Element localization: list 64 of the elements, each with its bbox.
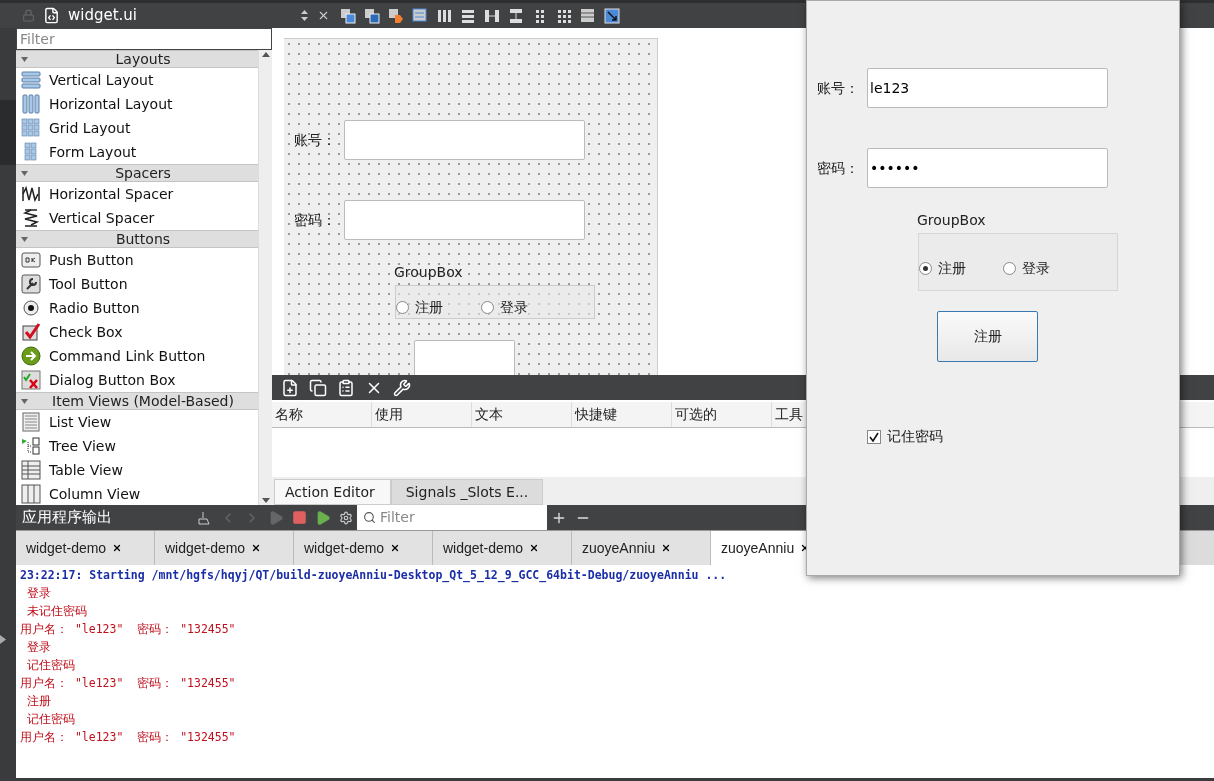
field-label: 账号： <box>294 130 337 150</box>
section-title: Spacers <box>114 163 172 183</box>
radio-label: 注册 <box>415 298 443 317</box>
tab[interactable]: widget-demo <box>433 531 572 565</box>
widget-item[interactable]: Command Link Button <box>16 344 258 368</box>
widget-item[interactable]: Check Box <box>16 320 258 344</box>
radio-label: 登录 <box>1022 258 1050 278</box>
section-title: Layouts <box>114 50 172 69</box>
log-line: 登录 <box>25 585 51 602</box>
log-line: 登录 <box>25 639 51 656</box>
column-header[interactable]: 文本 <box>472 402 572 427</box>
section-header[interactable]: Item Views (Model-Based) <box>16 392 258 410</box>
section-title: Item Views (Model-Based) <box>51 391 235 411</box>
widget-item[interactable]: Form Layout <box>16 140 258 164</box>
input-field[interactable]: •••••• <box>867 148 1108 188</box>
tab[interactable]: widget-demo <box>294 531 433 565</box>
widget-item[interactable]: Table View <box>16 458 258 482</box>
widget-item[interactable]: Push Button <box>16 248 258 272</box>
column-header[interactable]: 可选的 <box>672 402 772 427</box>
section-header[interactable]: Spacers <box>16 164 258 182</box>
filter-field[interactable]: Filter <box>16 28 272 50</box>
log-line: 未记住密码 <box>25 603 87 620</box>
register-button[interactable]: 注册 <box>937 311 1038 362</box>
file-name[interactable]: widget.ui <box>68 4 292 27</box>
field-label: 账号： <box>817 78 860 98</box>
pane-title: 应用程序输出 <box>21 507 113 529</box>
group-title: GroupBox <box>917 211 986 230</box>
widget-item[interactable]: Tree View <box>16 434 258 458</box>
widget-item[interactable]: List View <box>16 410 258 434</box>
log-line: 记住密码 <box>25 657 75 674</box>
widget-item[interactable]: Horizontal Layout <box>16 92 258 116</box>
log-line: 注册 <box>25 693 51 710</box>
column-header[interactable]: 名称 <box>272 402 372 427</box>
log-line: 用户名： "le123" 密码： "132455" <box>20 621 236 638</box>
widget-item[interactable]: Grid Layout <box>16 116 258 140</box>
column-header[interactable]: 快捷键 <box>572 402 672 427</box>
field-label: 密码： <box>294 210 337 230</box>
section-header[interactable]: Layouts <box>16 50 258 68</box>
widget-item[interactable]: Column View <box>16 482 258 505</box>
log-line: 用户名： "le123" 密码： "132455" <box>20 675 236 692</box>
widget-item[interactable]: Tool Button <box>16 272 258 296</box>
field-label: 密码： <box>817 158 860 178</box>
log-line: 记住密码 <box>25 711 75 728</box>
tab[interactable]: widget-demo <box>155 531 294 565</box>
section-title: Buttons <box>114 229 172 249</box>
widget-item[interactable]: Dialog Button Box <box>16 368 258 392</box>
group-title: GroupBox <box>394 263 464 282</box>
widget-item[interactable]: Radio Button <box>16 296 258 320</box>
widget-item[interactable]: Vertical Spacer <box>16 206 258 230</box>
tab[interactable]: Action Editor <box>274 479 391 505</box>
radio-label: 注册 <box>938 258 966 278</box>
widget-item[interactable]: Vertical Layout <box>16 68 258 92</box>
checkbox-label: 记住密码 <box>887 427 943 446</box>
widget-item[interactable]: Horizontal Spacer <box>16 182 258 206</box>
log-line: 23:22:17: Starting /mnt/hgfs/hqyj/QT/build-zuoyeAnniu-Desktop_Qt_5_12_9_GCC_64bit-Debug/zuoyeAnniu ... <box>20 567 727 584</box>
filter-field[interactable]: Filter <box>357 505 547 530</box>
section-header[interactable]: Buttons <box>16 230 258 248</box>
log-line: 用户名： "le123" 密码： "132455" <box>20 729 236 746</box>
radio-label: 登录 <box>500 298 528 317</box>
tab[interactable]: zuoyeAnniu <box>572 531 711 565</box>
tab[interactable]: Signals _Slots E... <box>391 479 543 505</box>
column-header[interactable]: 使用 <box>372 402 472 427</box>
input-field[interactable]: le123 <box>867 68 1108 108</box>
tab[interactable]: widget-demo <box>16 531 155 565</box>
